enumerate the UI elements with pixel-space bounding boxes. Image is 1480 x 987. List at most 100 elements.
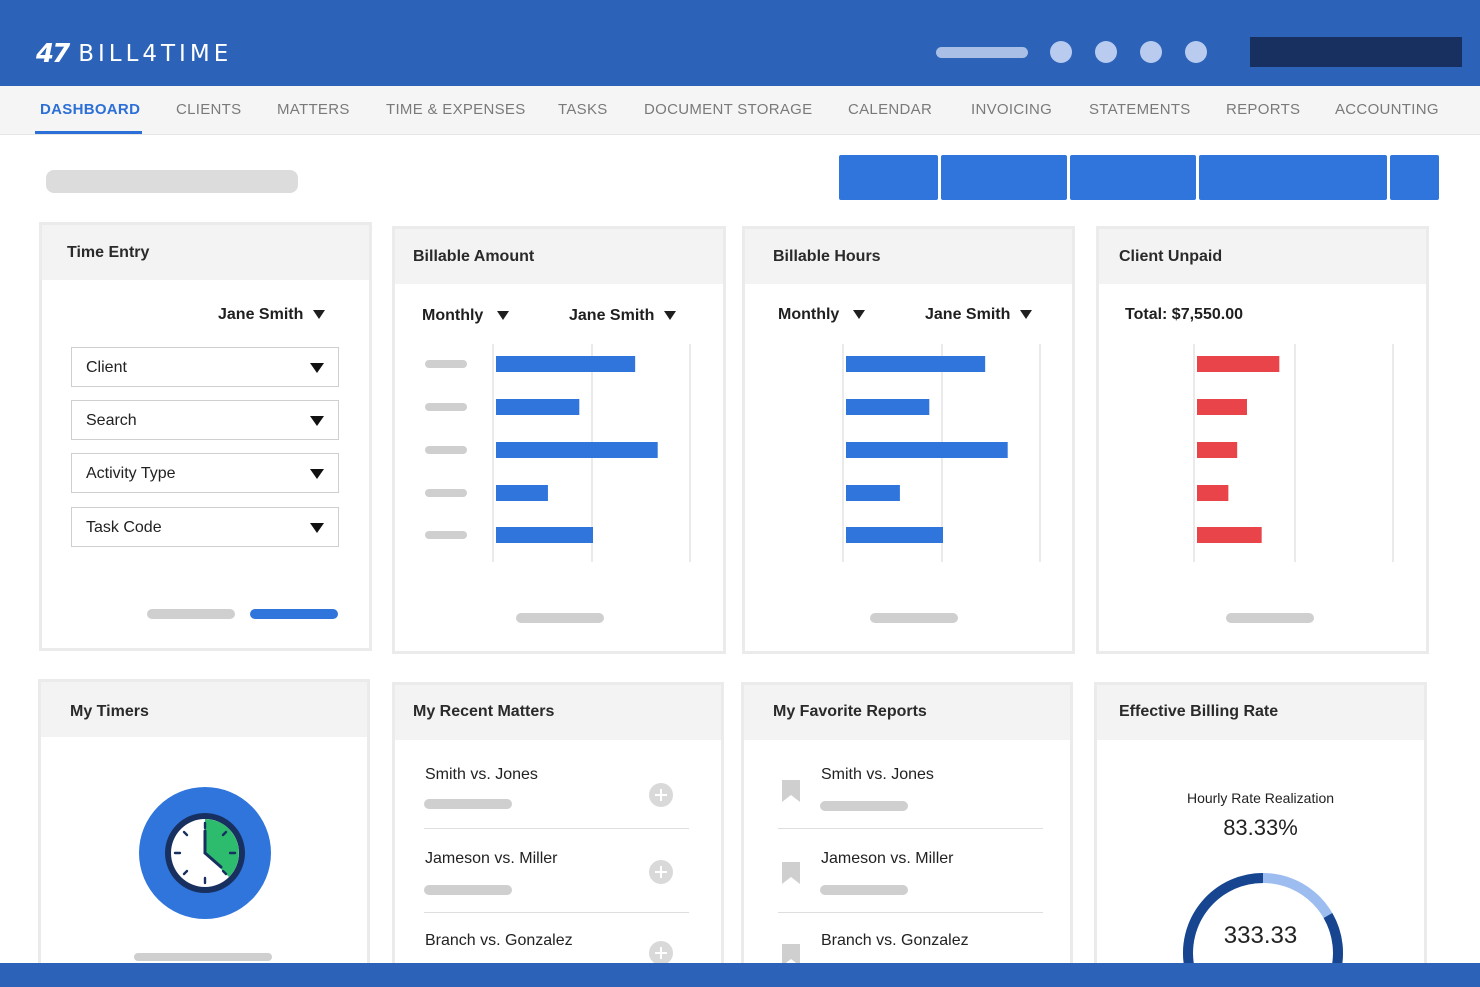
bar[interactable] [1197,356,1280,372]
tab-reports[interactable]: REPORTS [1226,101,1300,118]
report-name[interactable]: Jameson vs. Miller [821,850,953,868]
bookmark-icon[interactable] [782,862,800,884]
toolbar-button-1[interactable] [839,155,938,200]
report-detail-placeholder [820,885,908,895]
view-report-button[interactable] [870,613,958,623]
client-unpaid-card: Client Unpaid Total: $7,550.00 [1096,226,1429,654]
card-body: Monthly Jane Smith [745,284,1072,651]
billing-rate-card: Effective Billing Rate Hourly Rate Reali… [1094,682,1427,963]
favorite-reports-card: My Favorite Reports Smith vs. Jones Jame… [741,682,1073,963]
chevron-down-icon [310,363,324,373]
card-body: Total: $7,550.00 [1099,284,1426,651]
category-label-placeholder [425,360,467,368]
category-label-placeholder [425,403,467,411]
activity-type-select[interactable]: Activity Type [71,453,339,493]
add-icon[interactable] [649,860,673,884]
top-header: 47 BILL4TIME [0,22,1480,86]
card-body: Smith vs. Jones Jameson vs. Miller Branc… [744,740,1070,963]
stopwatch-icon[interactable] [137,785,273,921]
view-report-button[interactable] [516,613,604,623]
search-select[interactable]: Search [71,400,339,440]
gauge-progress-arc [1183,873,1343,963]
tab-document-storage[interactable]: DOCUMENT STORAGE [644,101,812,118]
app-window: 47 BILL4TIME DASHBOARD CLIENTS MATTERS T… [0,22,1480,963]
card-title: Billable Hours [773,248,881,265]
billable-amount-chart [425,344,691,562]
select-label: Task Code [86,519,162,536]
client-unpaid-chart [1193,344,1394,562]
bar[interactable] [846,527,944,543]
tab-statements[interactable]: STATEMENTS [1089,101,1191,118]
bar[interactable] [1197,442,1238,458]
report-name[interactable]: Branch vs. Gonzalez [821,932,969,950]
tab-accounting[interactable]: ACCOUNTING [1335,101,1439,118]
card-body [41,737,367,963]
bar[interactable] [496,527,594,543]
toolbar-button-2[interactable] [941,155,1067,200]
user-dropdown[interactable]: Jane Smith [218,306,326,324]
bookmark-icon[interactable] [782,780,800,802]
card-title: My Favorite Reports [773,703,927,720]
bar[interactable] [496,399,580,415]
add-icon[interactable] [649,783,673,807]
user-dropdown-label: Jane Smith [218,306,304,323]
toolbar-button-5[interactable] [1390,155,1439,200]
bar[interactable] [846,399,930,415]
bar[interactable] [846,356,986,372]
header-icon-1[interactable] [1050,41,1072,63]
tab-time-expenses[interactable]: TIME & EXPENSES [386,101,526,118]
bar[interactable] [496,485,548,501]
matter-detail-placeholder [424,799,512,809]
bar[interactable] [1197,527,1262,543]
logo-mark-icon: 47 [36,39,70,69]
tab-clients[interactable]: CLIENTS [176,101,241,118]
logo[interactable]: 47 BILL4TIME [36,37,232,71]
bar[interactable] [1197,399,1247,415]
add-icon[interactable] [649,941,673,963]
select-label: Client [86,359,127,376]
gauge-subtitle: Hourly Rate Realization [1186,790,1335,806]
bar[interactable] [1197,485,1229,501]
my-timers-card: My Timers [38,679,370,963]
card-header: My Timers [41,682,367,737]
bar[interactable] [846,485,900,501]
tab-invoicing[interactable]: INVOICING [971,101,1052,118]
matter-name[interactable]: Jameson vs. Miller [425,850,557,868]
time-entry-card: Time Entry Jane Smith Client Search Acti… [39,222,372,651]
task-code-select[interactable]: Task Code [71,507,339,547]
report-name[interactable]: Smith vs. Jones [821,766,934,784]
tab-matters[interactable]: MATTERS [277,101,350,118]
cancel-button[interactable] [147,609,235,619]
card-title: Billable Amount [413,248,535,265]
card-title: Time Entry [67,244,150,261]
card-header: Time Entry [42,225,369,280]
card-body: Smith vs. Jones Jameson vs. Miller Branc… [395,740,721,963]
header-search-placeholder[interactable] [936,47,1028,58]
view-report-button[interactable] [1226,613,1314,623]
card-header: Billable Amount [395,229,723,284]
tab-calendar[interactable]: CALENDAR [848,101,932,118]
bar[interactable] [846,442,1008,458]
tab-tasks[interactable]: TASKS [558,101,608,118]
bookmark-icon[interactable] [782,944,800,963]
bar[interactable] [496,442,658,458]
header-icon-4[interactable] [1185,41,1207,63]
divider [778,912,1043,913]
bar[interactable] [496,356,636,372]
card-header: My Favorite Reports [744,685,1070,740]
matter-name[interactable]: Branch vs. Gonzalez [425,932,573,950]
toolbar-button-4[interactable] [1199,155,1387,200]
toolbar-button-3[interactable] [1070,155,1196,200]
card-header: Billable Hours [745,229,1072,284]
card-body: Monthly Jane Smith [395,284,723,651]
card-header: My Recent Matters [395,685,721,740]
card-title: My Recent Matters [413,703,555,720]
save-button[interactable] [250,609,338,619]
tab-dashboard[interactable]: DASHBOARD [40,101,140,118]
matter-name[interactable]: Smith vs. Jones [425,766,538,784]
header-icon-3[interactable] [1140,41,1162,63]
header-user-menu[interactable] [1250,37,1462,67]
header-icon-2[interactable] [1095,41,1117,63]
card-title: Effective Billing Rate [1119,703,1279,720]
client-select[interactable]: Client [71,347,339,387]
